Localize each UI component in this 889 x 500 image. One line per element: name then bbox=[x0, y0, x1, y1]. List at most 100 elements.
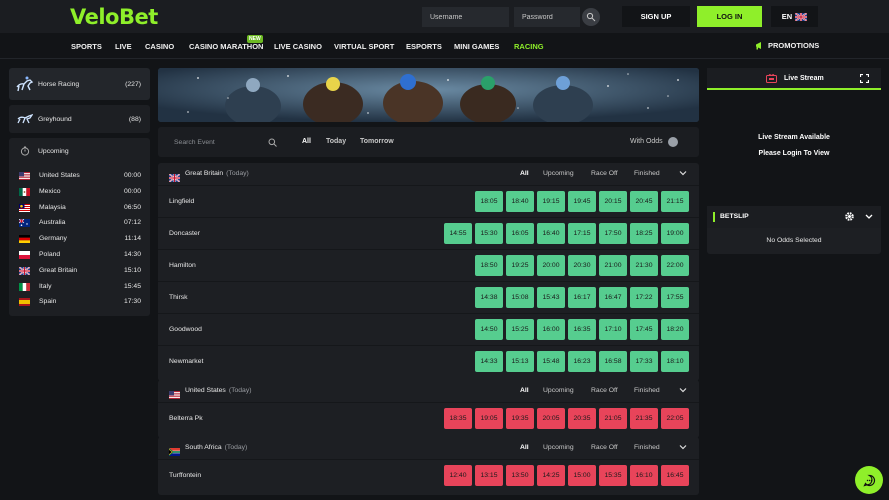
race-time-button[interactable]: 19:05 bbox=[475, 408, 503, 429]
section-tab-upcoming[interactable]: Upcoming bbox=[543, 444, 574, 451]
search-icon[interactable] bbox=[268, 138, 277, 147]
race-time-button[interactable]: 15:48 bbox=[537, 351, 565, 372]
race-time-button[interactable]: 22:05 bbox=[661, 408, 689, 429]
race-time-button[interactable]: 19:35 bbox=[506, 408, 534, 429]
race-time-button[interactable]: 15:35 bbox=[599, 465, 627, 486]
race-time-button[interactable]: 16:58 bbox=[599, 351, 627, 372]
race-time-button[interactable]: 16:35 bbox=[568, 319, 596, 340]
race-time-button[interactable]: 14:55 bbox=[444, 223, 472, 244]
race-time-button[interactable]: 18:40 bbox=[506, 191, 534, 212]
section-tab-race-off[interactable]: Race Off bbox=[591, 387, 618, 394]
chevron-down-icon[interactable] bbox=[865, 214, 873, 220]
chat-button[interactable] bbox=[855, 466, 883, 494]
race-time-button[interactable]: 21:35 bbox=[630, 408, 658, 429]
upcoming-country-mx[interactable]: Mexico 00:00 bbox=[9, 185, 150, 199]
with-odds-toggle[interactable] bbox=[668, 137, 678, 147]
signup-button[interactable]: SIGN UP bbox=[622, 6, 690, 27]
upcoming-country-my[interactable]: Malaysia 06:50 bbox=[9, 201, 150, 215]
race-time-button[interactable]: 21:30 bbox=[630, 255, 658, 276]
section-tab-upcoming[interactable]: Upcoming bbox=[543, 387, 574, 394]
race-time-button[interactable]: 17:15 bbox=[568, 223, 596, 244]
race-time-button[interactable]: 20:30 bbox=[568, 255, 596, 276]
upcoming-country-it[interactable]: Italy 15:45 bbox=[9, 280, 150, 294]
promotions-link[interactable]: PROMOTIONS bbox=[755, 41, 819, 50]
section-tab-all[interactable]: All bbox=[520, 444, 529, 451]
track-name[interactable]: Turffontein bbox=[169, 472, 201, 479]
race-time-button[interactable]: 20:05 bbox=[537, 408, 565, 429]
race-time-button[interactable]: 18:35 bbox=[444, 408, 472, 429]
race-time-button[interactable]: 12:40 bbox=[444, 465, 472, 486]
race-time-button[interactable]: 17:45 bbox=[630, 319, 658, 340]
section-tab-race-off[interactable]: Race Off bbox=[591, 444, 618, 451]
nav-virtual-sport[interactable]: VIRTUAL SPORT bbox=[334, 42, 394, 51]
section-tab-finished[interactable]: Finished bbox=[634, 170, 660, 177]
upcoming-country-us[interactable]: United States 00:00 bbox=[9, 169, 150, 183]
nav-racing[interactable]: RACING bbox=[514, 42, 544, 51]
race-time-button[interactable]: 15:43 bbox=[537, 287, 565, 308]
track-name[interactable]: Thirsk bbox=[169, 294, 188, 301]
race-time-button[interactable]: 16:45 bbox=[661, 465, 689, 486]
race-time-button[interactable]: 21:15 bbox=[661, 191, 689, 212]
race-time-button[interactable]: 21:05 bbox=[599, 408, 627, 429]
race-time-button[interactable]: 16:00 bbox=[537, 319, 565, 340]
race-time-button[interactable]: 20:15 bbox=[599, 191, 627, 212]
race-time-button[interactable]: 16:10 bbox=[630, 465, 658, 486]
upcoming-country-gb[interactable]: Great Britain 15:10 bbox=[9, 264, 150, 278]
login-submit-button[interactable] bbox=[582, 8, 600, 26]
race-time-button[interactable]: 14:38 bbox=[475, 287, 503, 308]
race-time-button[interactable]: 16:17 bbox=[568, 287, 596, 308]
chevron-down-icon[interactable] bbox=[679, 443, 687, 451]
race-time-button[interactable]: 13:50 bbox=[506, 465, 534, 486]
race-time-button[interactable]: 15:30 bbox=[475, 223, 503, 244]
race-time-button[interactable]: 18:50 bbox=[475, 255, 503, 276]
nav-live[interactable]: LIVE bbox=[115, 42, 132, 51]
race-time-button[interactable]: 17:55 bbox=[661, 287, 689, 308]
nav-sports[interactable]: SPORTS bbox=[71, 42, 102, 51]
language-selector[interactable]: EN bbox=[771, 6, 818, 27]
section-tab-all[interactable]: All bbox=[520, 170, 529, 177]
chevron-down-icon[interactable] bbox=[679, 169, 687, 177]
fullscreen-icon[interactable] bbox=[860, 74, 869, 83]
nav-casino-marathon[interactable]: CASINO MARATHON NEW bbox=[189, 35, 263, 51]
race-time-button[interactable]: 17:10 bbox=[599, 319, 627, 340]
chevron-down-icon[interactable] bbox=[679, 386, 687, 394]
track-name[interactable]: Doncaster bbox=[169, 230, 200, 237]
race-time-button[interactable]: 14:25 bbox=[537, 465, 565, 486]
race-time-button[interactable]: 14:33 bbox=[475, 351, 503, 372]
nav-mini-games[interactable]: MINI GAMES bbox=[454, 42, 499, 51]
logo[interactable]: VeloBet bbox=[70, 5, 158, 29]
sidebar-horse-racing[interactable]: Horse Racing (227) bbox=[9, 68, 150, 100]
nav-esports[interactable]: ESPORTS bbox=[406, 42, 442, 51]
sidebar-greyhound[interactable]: Greyhound (88) bbox=[9, 105, 150, 133]
upcoming-country-pl[interactable]: Poland 14:30 bbox=[9, 248, 150, 262]
tab-tomorrow[interactable]: Tomorrow bbox=[360, 138, 394, 145]
race-time-button[interactable]: 17:50 bbox=[599, 223, 627, 244]
nav-live-casino[interactable]: LIVE CASINO bbox=[274, 42, 322, 51]
race-time-button[interactable]: 20:00 bbox=[537, 255, 565, 276]
race-time-button[interactable]: 17:33 bbox=[630, 351, 658, 372]
race-time-button[interactable]: 16:47 bbox=[599, 287, 627, 308]
track-name[interactable]: Hamilton bbox=[169, 262, 196, 269]
race-time-button[interactable]: 18:20 bbox=[661, 319, 689, 340]
race-time-button[interactable]: 15:00 bbox=[568, 465, 596, 486]
login-button[interactable]: LOG IN bbox=[697, 6, 762, 27]
race-time-button[interactable]: 16:23 bbox=[568, 351, 596, 372]
password-input[interactable] bbox=[514, 7, 580, 27]
race-time-button[interactable]: 13:15 bbox=[475, 465, 503, 486]
race-time-button[interactable]: 19:25 bbox=[506, 255, 534, 276]
race-time-button[interactable]: 21:00 bbox=[599, 255, 627, 276]
upcoming-country-de[interactable]: Germany 11:14 bbox=[9, 232, 150, 246]
tab-today[interactable]: Today bbox=[326, 138, 346, 145]
username-input[interactable] bbox=[422, 7, 509, 27]
race-time-button[interactable]: 19:15 bbox=[537, 191, 565, 212]
race-time-button[interactable]: 19:00 bbox=[661, 223, 689, 244]
upcoming-country-es[interactable]: Spain 17:30 bbox=[9, 295, 150, 309]
race-time-button[interactable]: 20:45 bbox=[630, 191, 658, 212]
race-time-button[interactable]: 22:00 bbox=[661, 255, 689, 276]
section-tab-finished[interactable]: Finished bbox=[634, 444, 660, 451]
gear-icon[interactable] bbox=[844, 211, 855, 222]
race-time-button[interactable]: 14:50 bbox=[475, 319, 503, 340]
track-name[interactable]: Lingfield bbox=[169, 198, 194, 205]
race-time-button[interactable]: 16:40 bbox=[537, 223, 565, 244]
race-time-button[interactable]: 18:25 bbox=[630, 223, 658, 244]
